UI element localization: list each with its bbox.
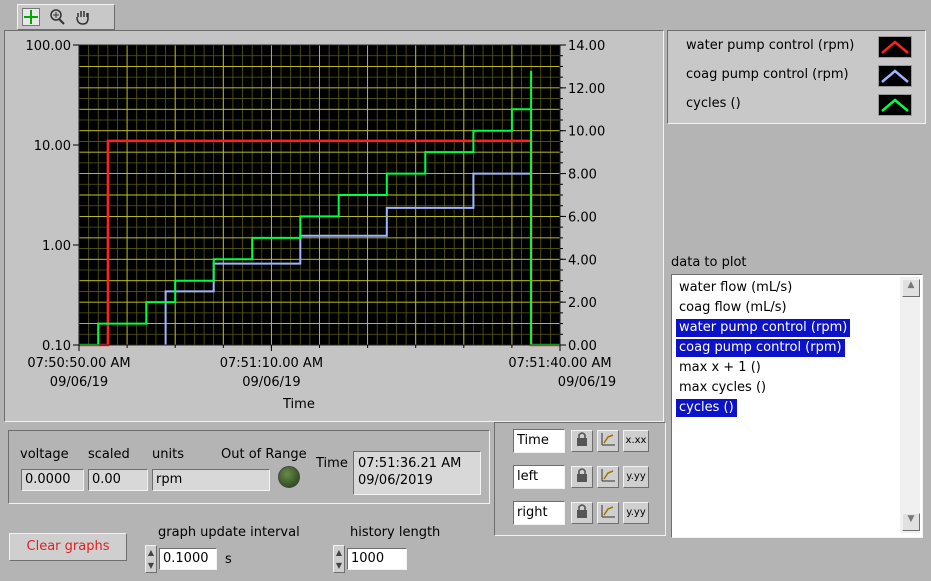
stepper-up-icon[interactable]: ▲ (334, 546, 344, 559)
history-length-label: history length (350, 525, 441, 540)
format-button[interactable]: y.yy (623, 466, 649, 488)
data-to-plot-listbox[interactable]: water flow (mL/s) coag flow (mL/s) water p… (671, 274, 923, 538)
time-readout-date: 09/06/2019 (358, 473, 433, 488)
list-item[interactable]: water pump control (rpm) (676, 319, 851, 337)
legend-label: coag pump control (rpm) (686, 67, 849, 82)
autoscale-icon[interactable] (597, 502, 619, 524)
stepper-up-icon[interactable]: ▲ (146, 546, 156, 559)
x-tick-label: 07:51:40.00 AM (508, 356, 611, 371)
plot-legend: water pump control (rpm) coag pump contro… (667, 30, 926, 124)
format-button[interactable]: y.yy (623, 502, 649, 524)
interval-unit-label: s (225, 552, 232, 567)
x-tick-date: 09/06/19 (558, 375, 616, 390)
y-left-tick-label: 100.00 (26, 39, 72, 54)
y-right-tick-label: 0.00 (568, 339, 597, 354)
time-label: Time (316, 456, 348, 471)
out-of-range-led (278, 466, 300, 488)
scale-name-field[interactable]: left (513, 465, 565, 489)
lock-icon[interactable] (571, 466, 593, 488)
format-button[interactable]: x.xx (623, 430, 649, 452)
y-left-tick-label: 0.10 (42, 339, 71, 354)
scale-name-field[interactable]: Time (513, 429, 565, 453)
history-stepper[interactable]: ▲ ▼ (333, 545, 345, 573)
voltage-label: voltage (20, 447, 69, 462)
legend-swatch[interactable] (878, 94, 912, 116)
list-item[interactable]: water flow (mL/s) (676, 279, 795, 297)
out-of-range-label: Out of Range (221, 447, 307, 462)
stepper-down-icon[interactable]: ▼ (146, 559, 156, 572)
y-right-tick-label: 4.00 (568, 253, 597, 268)
legend-item[interactable]: coag pump control (rpm) (668, 62, 916, 90)
x-tick-date: 09/06/19 (50, 375, 108, 390)
y-right-tick-label: 2.00 (568, 296, 597, 311)
clear-graphs-button[interactable]: Clear graphs (9, 533, 127, 561)
list-item[interactable]: max x + 1 () (676, 359, 764, 377)
units-value: rpm (152, 469, 270, 491)
units-label: units (152, 447, 184, 462)
legend-swatch[interactable] (878, 36, 912, 58)
legend-label: cycles () (686, 96, 741, 111)
time-readout: 07:51:36.21 AM 09/06/2019 (353, 451, 481, 495)
legend-label: water pump control (rpm) (686, 38, 855, 53)
legend-item[interactable]: water pump control (rpm) (668, 33, 916, 61)
scaled-value: 0.00 (88, 469, 148, 491)
scroll-down-icon[interactable]: ▼ (902, 513, 920, 531)
list-item[interactable]: max cycles () (676, 379, 769, 397)
data-to-plot-label: data to plot (671, 255, 747, 270)
legend-item[interactable]: cycles () (668, 91, 916, 119)
y-right-tick-label: 14.00 (568, 39, 605, 54)
y-right-tick-label: 12.00 (568, 82, 605, 97)
scroll-up-icon[interactable]: ▲ (902, 279, 920, 297)
list-item[interactable]: cycles () (676, 399, 737, 417)
stepper-down-icon[interactable]: ▼ (334, 559, 344, 572)
x-tick-date: 09/06/19 (242, 375, 300, 390)
history-length-input[interactable]: 1000 (347, 548, 407, 570)
graph-update-interval-label: graph update interval (158, 525, 300, 540)
lock-icon[interactable] (571, 430, 593, 452)
x-tick-label: 07:50:50.00 AM (27, 356, 130, 371)
x-axis-label: Time (283, 397, 315, 412)
autoscale-icon[interactable] (597, 430, 619, 452)
time-readout-time: 07:51:36.21 AM (358, 456, 462, 471)
scale-name-field[interactable]: right (513, 501, 565, 525)
scale-legend: Time x.xx left y.yy right y.yy (494, 422, 666, 536)
interval-stepper[interactable]: ▲ ▼ (145, 545, 157, 573)
scaled-label: scaled (88, 447, 130, 462)
y-left-tick-label: 10.00 (34, 139, 71, 154)
voltage-value: 0.0000 (21, 469, 84, 491)
list-item[interactable]: coag pump control (rpm) (676, 339, 845, 357)
listbox-scrollbar[interactable]: ▲ ▼ (900, 277, 920, 533)
x-tick-label: 07:51:10.00 AM (220, 356, 323, 371)
y-right-tick-label: 10.00 (568, 125, 605, 140)
y-right-tick-label: 8.00 (568, 168, 597, 183)
legend-swatch[interactable] (878, 65, 912, 87)
y-right-tick-label: 6.00 (568, 210, 597, 225)
lock-icon[interactable] (571, 502, 593, 524)
graph-update-interval-input[interactable]: 0.1000 (159, 548, 217, 570)
list-item[interactable]: coag flow (mL/s) (676, 299, 790, 317)
y-left-tick-label: 1.00 (42, 239, 71, 254)
autoscale-icon[interactable] (597, 466, 619, 488)
